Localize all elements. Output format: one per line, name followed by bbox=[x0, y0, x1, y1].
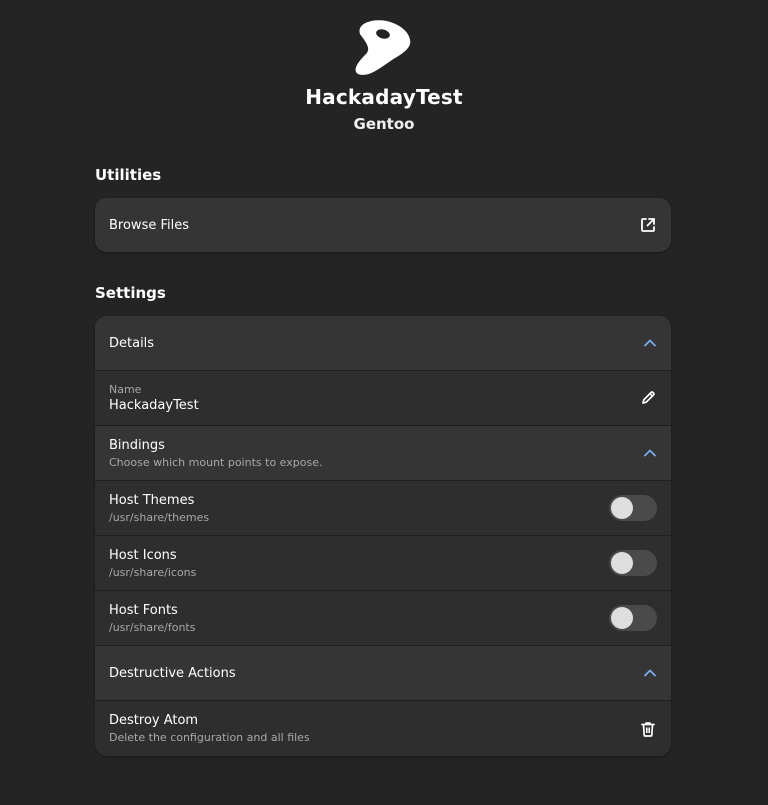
switch-knob bbox=[611, 607, 633, 629]
binding-row-host-icons: Host Icons /usr/share/icons bbox=[95, 536, 671, 591]
details-expander[interactable]: Details bbox=[95, 316, 671, 371]
host-icons-switch[interactable] bbox=[609, 550, 657, 576]
bindings-description: Choose which mount points to expose. bbox=[109, 455, 323, 469]
binding-path: /usr/share/icons bbox=[109, 565, 197, 579]
browse-files-row[interactable]: Browse Files bbox=[95, 198, 671, 252]
switch-knob bbox=[611, 497, 633, 519]
destroy-atom-description: Delete the configuration and all files bbox=[109, 731, 310, 744]
binding-row-host-fonts: Host Fonts /usr/share/fonts bbox=[95, 591, 671, 646]
binding-title: Host Themes bbox=[109, 492, 195, 508]
pencil-icon[interactable] bbox=[639, 389, 657, 407]
utilities-heading: Utilities bbox=[95, 166, 162, 184]
settings-heading: Settings bbox=[95, 284, 166, 302]
chevron-up-icon bbox=[644, 669, 656, 677]
name-field-label: Name bbox=[109, 383, 142, 396]
binding-path: /usr/share/fonts bbox=[109, 620, 196, 634]
chevron-up-icon bbox=[644, 449, 656, 457]
settings-card: Details Name HackadayTest Bindings Choos… bbox=[95, 316, 671, 756]
destructive-actions-label: Destructive Actions bbox=[109, 665, 236, 681]
trash-icon[interactable] bbox=[639, 720, 657, 738]
host-fonts-switch[interactable] bbox=[609, 605, 657, 631]
app-title: HackadayTest bbox=[305, 85, 463, 109]
destructive-actions-expander[interactable]: Destructive Actions bbox=[95, 646, 671, 701]
host-themes-switch[interactable] bbox=[609, 495, 657, 521]
details-label: Details bbox=[109, 335, 155, 351]
utilities-card: Browse Files bbox=[95, 198, 671, 252]
app-window: HackadayTest Gentoo Utilities Browse Fil… bbox=[0, 0, 768, 805]
binding-title: Host Fonts bbox=[109, 602, 178, 618]
destroy-atom-row: Destroy Atom Delete the configuration an… bbox=[95, 701, 671, 756]
binding-row-host-themes: Host Themes /usr/share/themes bbox=[95, 481, 671, 536]
binding-path: /usr/share/themes bbox=[109, 510, 210, 524]
chevron-up-icon bbox=[644, 339, 656, 347]
name-field-value[interactable]: HackadayTest bbox=[109, 398, 657, 413]
bindings-label: Bindings bbox=[109, 437, 165, 453]
binding-title: Host Icons bbox=[109, 547, 177, 563]
gentoo-logo-icon bbox=[355, 20, 411, 75]
destroy-atom-title: Destroy Atom bbox=[109, 713, 199, 728]
bindings-expander[interactable]: Bindings Choose which mount points to ex… bbox=[95, 426, 671, 481]
app-subtitle: Gentoo bbox=[353, 115, 415, 133]
browse-files-label: Browse Files bbox=[109, 217, 189, 233]
external-link-icon bbox=[641, 218, 655, 232]
switch-knob bbox=[611, 552, 633, 574]
name-entry-row[interactable]: Name HackadayTest bbox=[95, 371, 671, 426]
